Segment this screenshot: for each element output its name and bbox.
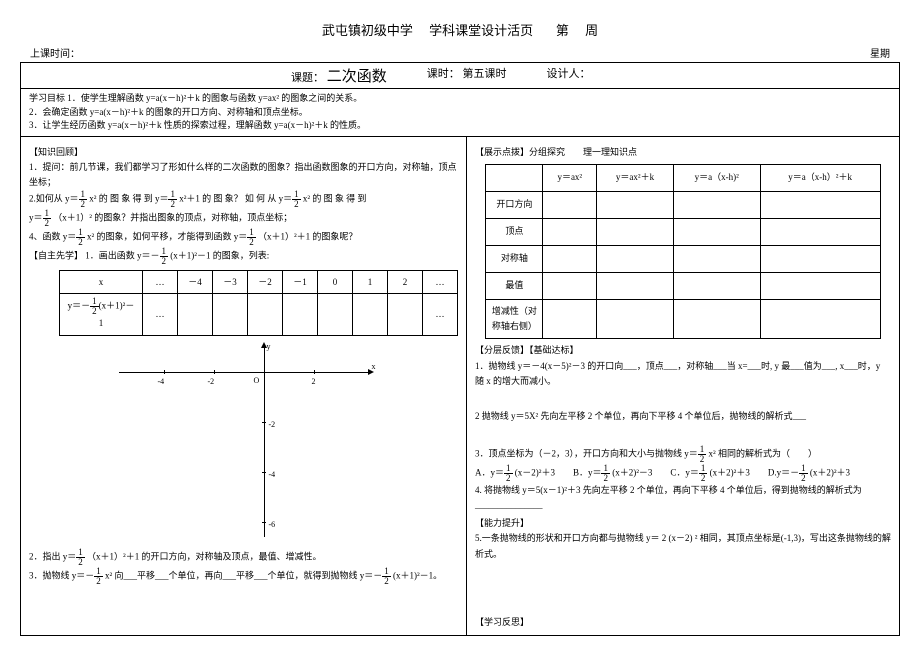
- topic: 二次函数: [327, 69, 387, 85]
- goal-3: 3．让学生经历函数 y=a(x－h)²＋k 性质的探索过程，理解函数 y=a(x…: [29, 120, 366, 130]
- problem-3-options: A．y＝12 (x－2)²＋3 B．y＝12 (x＋2)²－3 C．y＝12 (…: [475, 464, 891, 483]
- comp-row: 最值: [486, 272, 880, 299]
- comp-header-row: y＝ax² y＝ax²＋k y＝a（x-h)² y＝a（x-h）²＋k: [486, 164, 880, 191]
- section-ability: 【能力提升】: [475, 516, 891, 531]
- question-2: 2.如何从 y＝12 x² 的 图 象 得 到 y＝12 x²＋1 的 图 象？…: [29, 190, 458, 228]
- x-header: x: [60, 271, 143, 294]
- problem-3: 3．顶点坐标为（－2，3），开口方向和大小与抛物线 y＝12 x² 相同的解析式…: [475, 445, 891, 464]
- goals-label: 学习目标: [29, 93, 65, 103]
- learning-goals: 学习目标 1．使学生理解函数 y=a(x－h)²＋k 的图象与函数 y=ax² …: [20, 89, 900, 137]
- question-after-2: 3．抛物线 y＝－12 x² 向___平移___个单位，再向___平移___个单…: [29, 567, 458, 586]
- y-header: y＝－12(x＋1)²－1: [60, 294, 143, 335]
- problem-5: 5.一条抛物线的形状和开口方向都与抛物线 y＝ 2 (x－2) ² 相同，其顶点…: [475, 531, 891, 562]
- section-feedback: 【分层反馈】【基础达标】: [475, 343, 891, 358]
- left-column: 【知识回顾】 1．提问：前几节课，我们都学习了形如什么样的二次函数的图象？指出函…: [21, 137, 467, 636]
- problem-1: 1．抛物线 y＝－4(x－5)²－3 的开口向___，顶点___，对称轴___当…: [475, 359, 891, 390]
- section-reflection: 【学习反思】: [475, 615, 891, 630]
- main-content: 【知识回顾】 1．提问：前几节课，我们都学习了形如什么样的二次函数的图象？指出函…: [20, 137, 900, 637]
- doc-type: 学科课堂设计活页: [429, 23, 533, 38]
- goal-2: 2．会确定函数 y=a(x－h)²＋k 的图象的开口方向、对称轴和顶点坐标。: [29, 107, 308, 117]
- section-explore: 【展示点拨】分组探究 理一理知识点: [475, 145, 891, 160]
- question-4: 4、函数 y＝12 x² 的图象，如何平移，才能得到函数 y＝12 （x＋1）²…: [29, 228, 458, 247]
- y-axis: [264, 347, 265, 537]
- period-label: 课时：: [427, 68, 460, 80]
- class-time-label: 上课时间：: [30, 45, 870, 60]
- header-meta-row: 上课时间： 星期: [20, 43, 900, 63]
- title-row: 课题： 二次函数 课时： 第五课时 设计人：: [20, 63, 900, 89]
- question-1: 1．提问：前几节课，我们都学习了形如什么样的二次函数的图象？指出函数图象的开口方…: [29, 160, 458, 191]
- value-table: x … －4 －3 －2 －1 0 1 2 … y＝－12(x＋1)²－1 …: [59, 270, 458, 335]
- section-selfstudy: 【自主先学】 1．画出函数 y＝－12 (x＋1)²－1 的图象，列表:: [29, 247, 458, 266]
- week-prefix: 第: [556, 23, 569, 38]
- goal-1: 1．使学生理解函数 y=a(x－h)²＋k 的图象与函数 y=ax² 的图象之间…: [67, 93, 362, 103]
- problem-2: 2 抛物线 y＝5X² 先向左平移 2 个单位，再向下平移 4 个单位后，抛物线…: [475, 409, 891, 424]
- topic-label: 课题：: [291, 72, 324, 84]
- comp-row: 增减性（对称轴右侧）: [486, 299, 880, 339]
- section-review: 【知识回顾】: [29, 145, 458, 160]
- designer-label: 设计人：: [547, 68, 591, 80]
- table-row-x: x … －4 －3 －2 －1 0 1 2 …: [60, 271, 458, 294]
- period: 第五课时: [463, 68, 507, 80]
- week-suffix: 周: [585, 23, 598, 38]
- coordinate-plane: y x O -4 -2 2 -2 -4 -6: [114, 342, 374, 542]
- problem-4: 4. 将抛物线 y＝5(x－1)²＋3 先向左平移 2 个单位，再向下平移 4 …: [475, 483, 891, 514]
- right-column: 【展示点拨】分组探究 理一理知识点 y＝ax² y＝ax²＋k y＝a（x-h)…: [467, 137, 899, 636]
- question-after-1: 2．指出 y＝12 （x＋1）²＋1 的开口方向，对称轴及顶点，最值、增减性。: [29, 548, 458, 567]
- origin-label: O: [254, 374, 260, 388]
- x-label: x: [372, 360, 376, 374]
- x-axis: [119, 372, 369, 373]
- table-row-y: y＝－12(x＋1)²－1 … …: [60, 294, 458, 335]
- school-name: 武屯镇初级中学: [322, 23, 413, 38]
- page-header: 武屯镇初级中学 学科课堂设计活页 第 周: [20, 20, 900, 39]
- y-label: y: [267, 340, 271, 354]
- comp-row: 顶点: [486, 218, 880, 245]
- comparison-table: y＝ax² y＝ax²＋k y＝a（x-h)² y＝a（x-h）²＋k 开口方向…: [485, 164, 880, 340]
- comp-row: 开口方向: [486, 191, 880, 218]
- comp-row: 对称轴: [486, 245, 880, 272]
- weekday-label: 星期: [870, 45, 890, 60]
